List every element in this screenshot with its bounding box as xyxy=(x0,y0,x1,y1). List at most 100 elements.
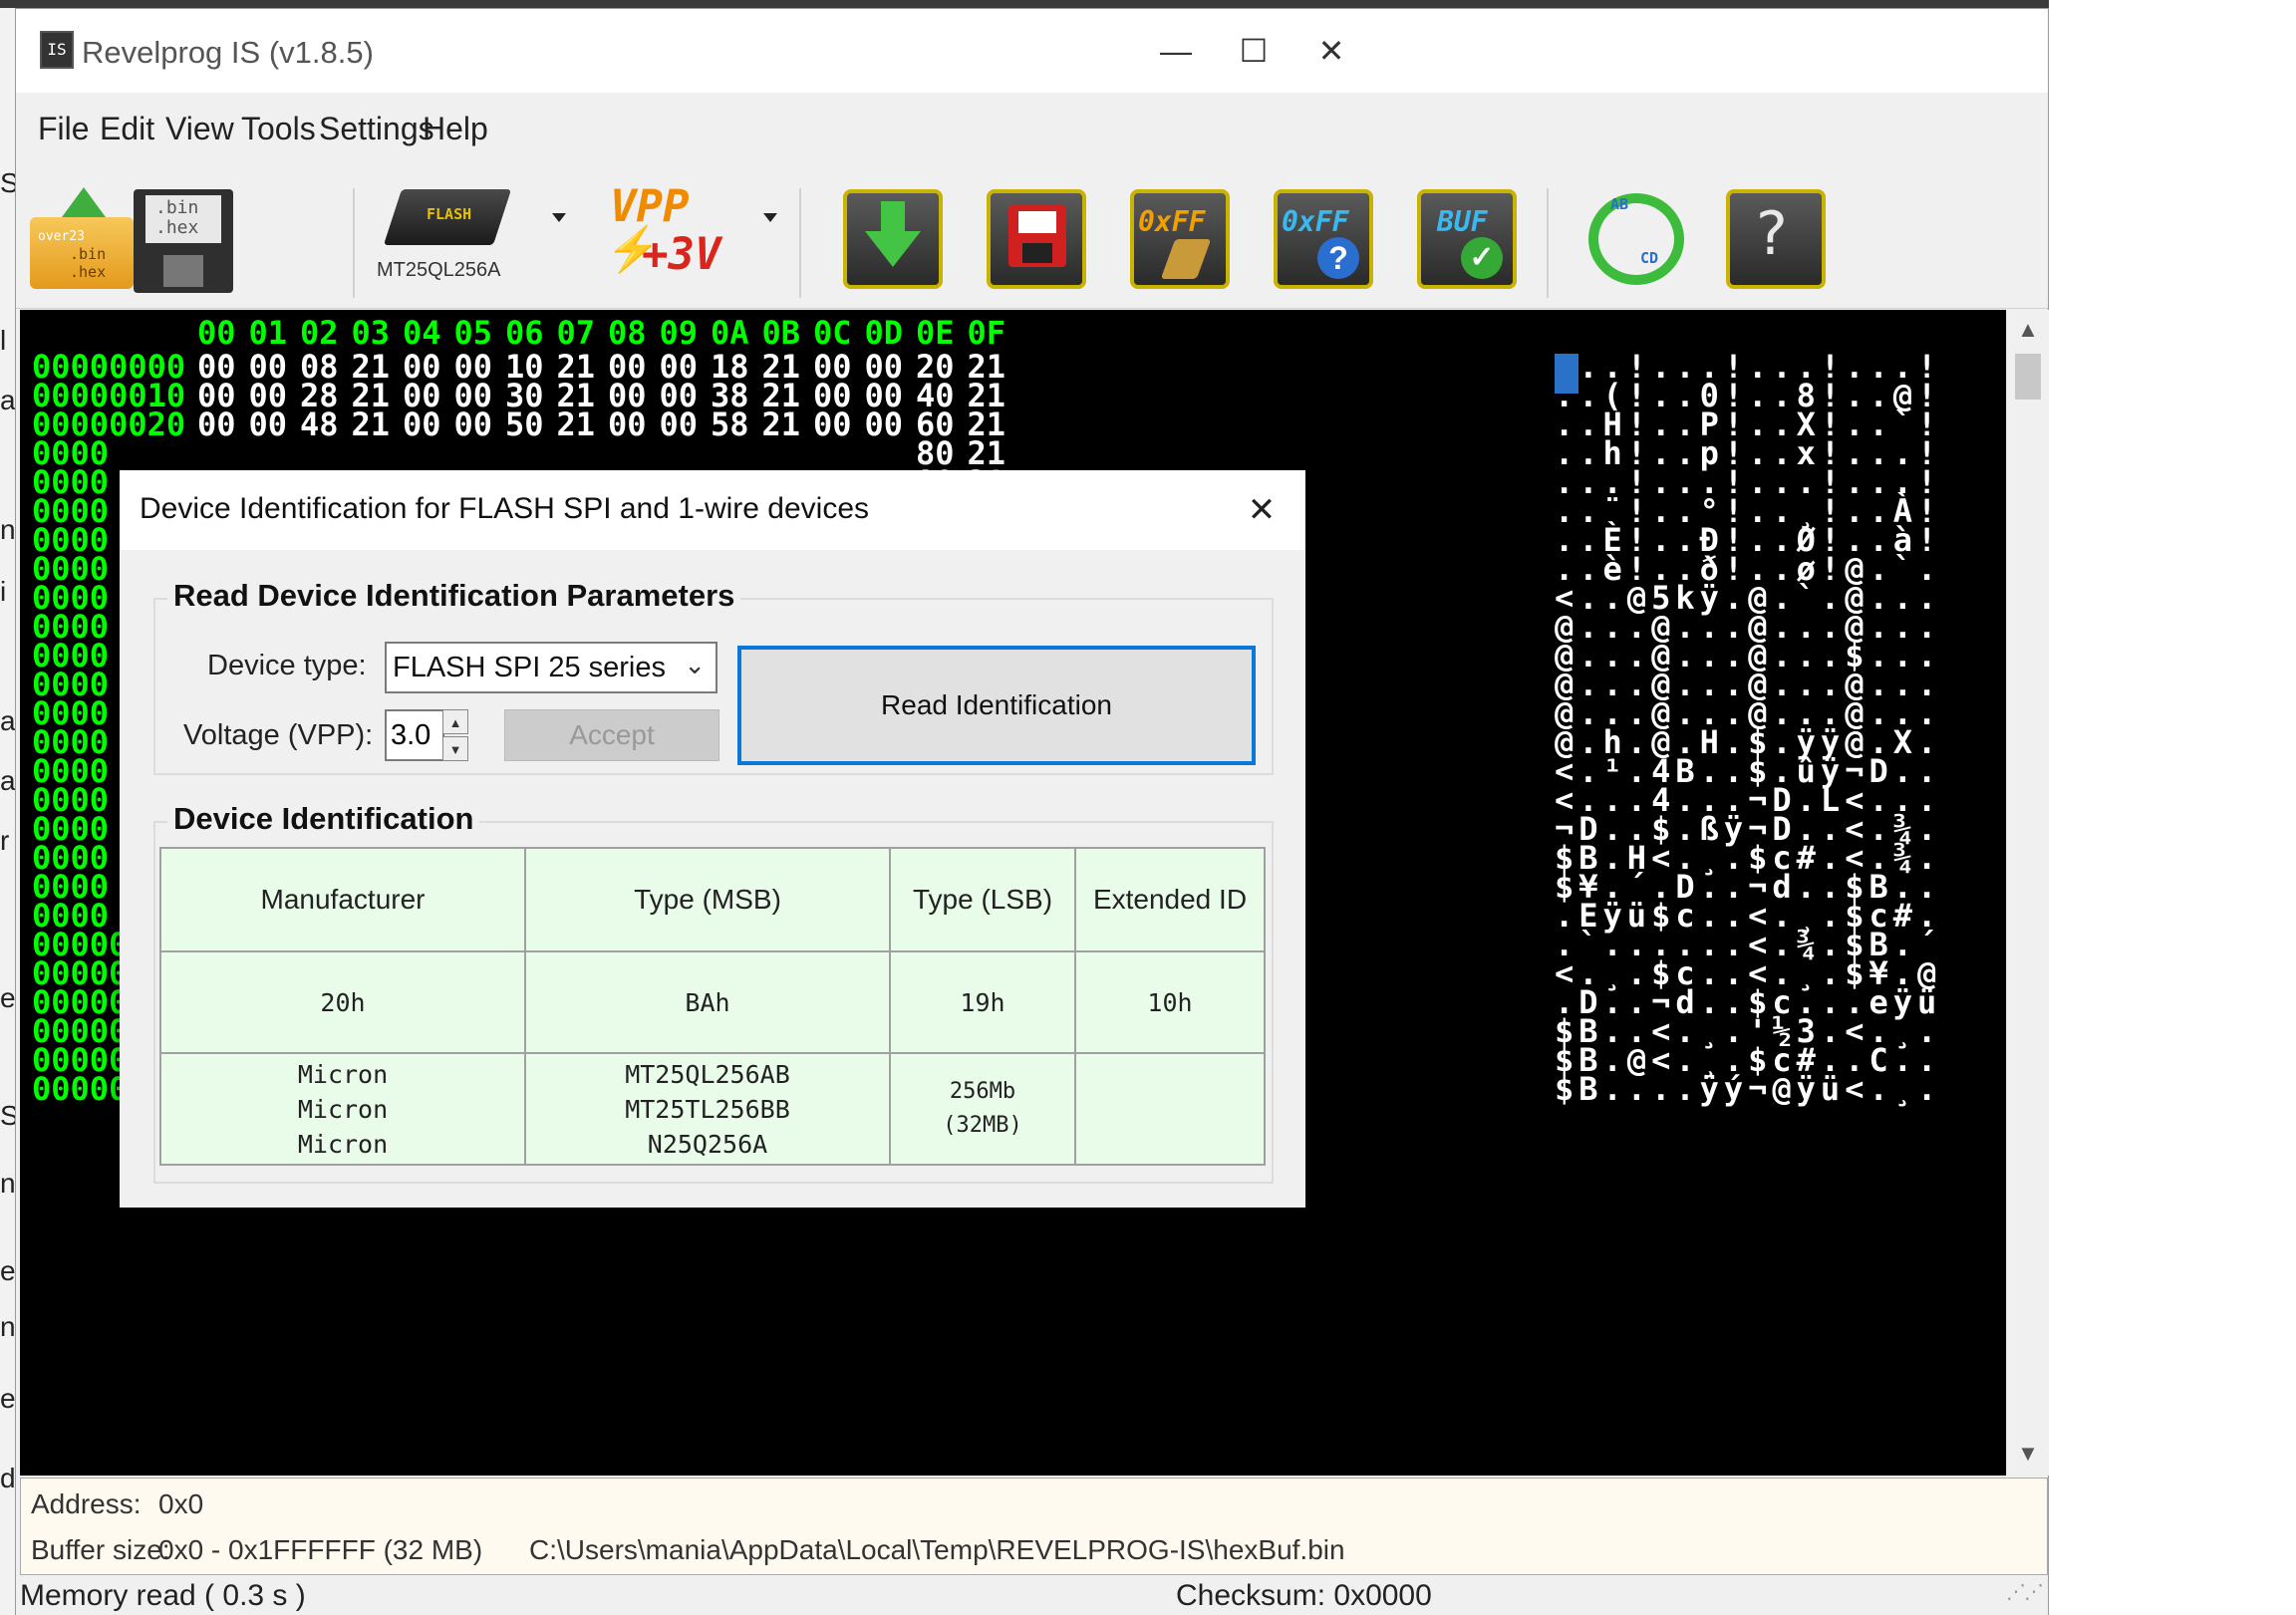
hex-byte[interactable]: 00 xyxy=(608,405,647,443)
cursor-caret xyxy=(1555,354,1578,394)
erase-chip-button[interactable]: 0xFF xyxy=(1124,183,1236,295)
capacity-bits: 256Mb xyxy=(949,1079,1016,1104)
manufacturer-name: Micron xyxy=(297,1059,389,1089)
header-type-msb: Type (MSB) xyxy=(524,847,891,952)
hex-byte[interactable]: 21 xyxy=(557,405,596,443)
desktop-right-area xyxy=(2049,8,2296,1615)
manufacturer-names: Micron Micron Micron xyxy=(159,1052,526,1166)
read-identification-button[interactable]: Read Identification xyxy=(737,646,1256,765)
save-file-button[interactable]: .bin .hex xyxy=(128,183,239,295)
extended-empty xyxy=(1074,1052,1266,1166)
write-chip-button[interactable] xyxy=(981,183,1092,295)
buffer-verify-button[interactable]: BUF ✓ xyxy=(1411,183,1523,295)
header-type-lsb: Type (LSB) xyxy=(889,847,1076,952)
capacity: 256Mb (32MB) xyxy=(889,1052,1076,1166)
dialog-title-bar: Device Identification for FLASH SPI and … xyxy=(120,470,1305,550)
swap-label-ab: AB xyxy=(1610,195,1629,213)
hex-byte[interactable]: 21 xyxy=(762,405,801,443)
scroll-down-icon[interactable]: ▼ xyxy=(2007,1434,2049,1474)
dialog-title: Device Identification for FLASH SPI and … xyxy=(140,492,869,525)
type-lsb-value: 19h xyxy=(889,950,1076,1054)
resize-grip-icon[interactable]: ⋰⋰ xyxy=(2006,1579,2044,1604)
hex-column-label: 0C xyxy=(813,314,852,352)
buffer-size-label: Buffer size: xyxy=(31,1534,170,1565)
scroll-up-icon[interactable]: ▲ xyxy=(2007,310,2049,350)
background-text-fragment: n xyxy=(0,1311,15,1342)
menu-edit[interactable]: Edit xyxy=(100,111,154,147)
scrollbar-thumb[interactable] xyxy=(2015,354,2041,400)
spin-up-icon[interactable]: ▲ xyxy=(442,709,468,734)
hex-byte[interactable]: 48 xyxy=(300,405,339,443)
capacity-bytes: (32MB) xyxy=(943,1113,1022,1138)
hex-ascii[interactable]: $B....ÿý¬@ÿü<.¸. xyxy=(1555,1070,1941,1108)
blank-check-button[interactable]: 0xFF ? xyxy=(1268,183,1379,295)
menu-view[interactable]: View xyxy=(165,111,234,147)
title-bar: IS Revelprog IS (v1.8.5) — ☐ ✕ xyxy=(16,9,2048,93)
swap-bytes-button[interactable]: AB CD xyxy=(1580,183,1692,295)
hex-column-label: 04 xyxy=(403,314,441,352)
chip-select-button[interactable]: FLASH MT25QL256A xyxy=(373,183,566,295)
hex-column-label: 07 xyxy=(556,314,596,352)
background-text-fragment: a xyxy=(0,765,15,796)
dialog-close-icon[interactable]: ✕ xyxy=(1232,480,1292,540)
chip-badge: FLASH xyxy=(427,205,472,223)
lightning-icon: ⚡ xyxy=(606,225,661,274)
hex-byte[interactable]: 00 xyxy=(249,405,288,443)
background-text-fragment: S xyxy=(0,1100,15,1131)
hex-column-label: 0A xyxy=(711,314,749,352)
read-chip-button[interactable] xyxy=(837,183,949,295)
minimize-button[interactable]: — xyxy=(1136,27,1216,75)
accept-button[interactable]: Accept xyxy=(504,709,719,761)
background-text-fragment: i xyxy=(0,576,7,607)
menu-file[interactable]: File xyxy=(38,111,90,147)
arrow-up-icon xyxy=(62,187,106,217)
question-icon: ? xyxy=(1756,199,1788,269)
hex-byte[interactable]: 50 xyxy=(505,405,544,443)
hex-byte[interactable]: 00 xyxy=(197,405,236,443)
vpp-select-button[interactable]: VPP +3V ⚡ xyxy=(596,181,777,295)
menu-settings[interactable]: Settings xyxy=(319,111,434,147)
identification-table: Manufacturer Type (MSB) Type (LSB) Exten… xyxy=(159,847,1266,1166)
toolbar: over23 .bin .hex .bin .hex FLASH MT25QL2… xyxy=(16,158,2048,309)
address-label: Address: xyxy=(31,1488,142,1519)
hex-byte[interactable]: 00 xyxy=(454,405,493,443)
hex-byte[interactable]: 58 xyxy=(711,405,749,443)
voltage-input[interactable]: 3.0 xyxy=(385,709,444,761)
part-numbers: MT25QL256AB MT25TL256BB N25Q256A xyxy=(524,1052,891,1166)
background-text-fragment: a xyxy=(0,705,15,736)
help-button[interactable]: ? xyxy=(1720,183,1832,295)
save-label-hex: .hex xyxy=(155,217,199,238)
swap-arrows-icon xyxy=(1588,193,1684,285)
device-type-select[interactable]: FLASH SPI 25 series ⌄ xyxy=(385,642,718,693)
background-text-fragment: d xyxy=(0,1463,15,1493)
background-text-fragment: e xyxy=(0,982,15,1013)
toolbar-separator xyxy=(1547,188,1549,298)
table-header-row: Manufacturer Type (MSB) Type (LSB) Exten… xyxy=(159,847,1266,952)
spin-down-icon[interactable]: ▼ xyxy=(442,736,468,761)
hex-column-label: 03 xyxy=(351,314,391,352)
hex-byte[interactable]: 00 xyxy=(865,405,904,443)
maximize-button[interactable]: ☐ xyxy=(1214,27,1293,75)
checkmark-icon: ✓ xyxy=(1461,237,1503,279)
menu-tools[interactable]: Tools xyxy=(241,111,316,147)
vertical-scrollbar[interactable]: ▲ ▼ xyxy=(2006,310,2049,1476)
menu-help[interactable]: Help xyxy=(423,111,488,147)
background-text-fragment: e xyxy=(0,1255,15,1286)
info-panel: Address: 0x0 Buffer size: 0x0 - 0x1FFFFF… xyxy=(20,1478,2048,1575)
type-msb-value: BAh xyxy=(524,950,891,1054)
hex-byte[interactable]: 00 xyxy=(660,405,699,443)
hex-byte[interactable]: 00 xyxy=(813,405,852,443)
chip-dropdown-icon[interactable] xyxy=(552,213,566,222)
chip-name: MT25QL256A xyxy=(377,259,501,281)
toolbar-separator xyxy=(353,188,355,298)
hex-column-label: 08 xyxy=(608,314,647,352)
manufacturer-name: Micron xyxy=(297,1129,389,1159)
close-window-button[interactable]: ✕ xyxy=(1292,27,1371,75)
vpp-dropdown-icon[interactable] xyxy=(763,213,777,222)
voltage-label: Voltage (VPP): xyxy=(183,719,374,751)
hex-byte[interactable]: 00 xyxy=(403,405,441,443)
open-file-button[interactable]: over23 .bin .hex xyxy=(26,183,138,295)
save-label-bin: .bin xyxy=(155,197,199,218)
device-type-label: Device type: xyxy=(207,650,367,681)
hex-byte[interactable]: 21 xyxy=(352,405,391,443)
